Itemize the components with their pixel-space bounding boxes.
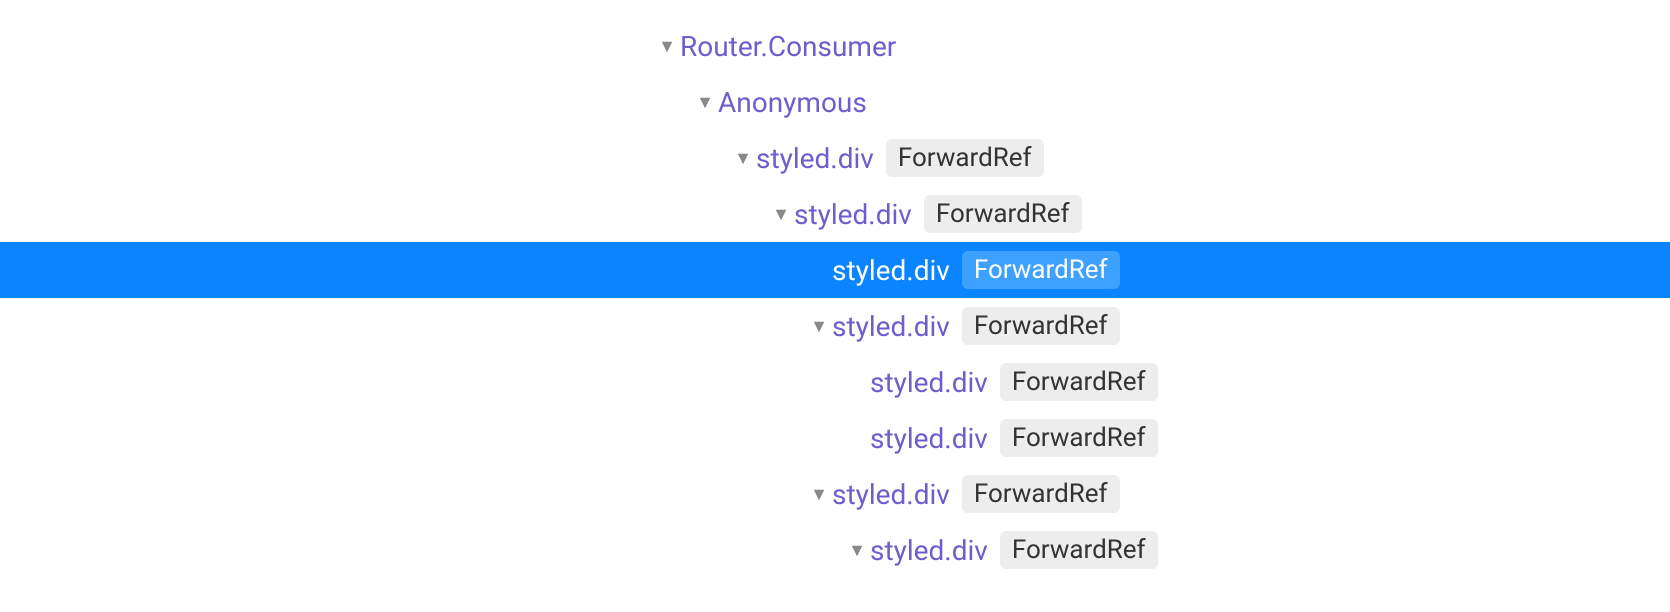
- component-name: Router.Consumer: [680, 30, 906, 63]
- component-name: styled.div: [870, 422, 998, 455]
- forwardref-badge: ForwardRef: [924, 195, 1082, 233]
- tree-row[interactable]: ▼styled.divForwardRef: [0, 186, 1670, 242]
- component-name: Anonymous: [718, 86, 877, 119]
- component-name: styled.div: [832, 478, 960, 511]
- component-name: styled.div: [870, 534, 998, 567]
- component-name: styled.div: [832, 310, 960, 343]
- forwardref-badge: ForwardRef: [886, 139, 1044, 177]
- component-name: styled.div: [832, 254, 960, 287]
- tree-row[interactable]: ▼styled.divForwardRef: [0, 130, 1670, 186]
- tree-row[interactable]: ▼styled.divForwardRef: [0, 466, 1670, 522]
- collapse-arrow-icon[interactable]: ▼: [654, 36, 680, 57]
- component-tree: ▼Router.Consumer▼Anonymous▼styled.divFor…: [0, 0, 1670, 578]
- tree-row[interactable]: ▼styled.divForwardRef: [0, 242, 1670, 298]
- collapse-arrow-icon[interactable]: ▼: [806, 316, 832, 337]
- forwardref-badge: ForwardRef: [962, 307, 1120, 345]
- forwardref-badge: ForwardRef: [1000, 531, 1158, 569]
- collapse-arrow-icon[interactable]: ▼: [730, 148, 756, 169]
- tree-row[interactable]: ▼Anonymous: [0, 74, 1670, 130]
- component-name: styled.div: [870, 366, 998, 399]
- forwardref-badge: ForwardRef: [1000, 363, 1158, 401]
- tree-row[interactable]: ▼styled.divForwardRef: [0, 354, 1670, 410]
- component-name: styled.div: [756, 142, 884, 175]
- collapse-arrow-icon[interactable]: ▼: [768, 204, 794, 225]
- tree-row[interactable]: ▼Router.Consumer: [0, 18, 1670, 74]
- tree-row[interactable]: ▼styled.divForwardRef: [0, 410, 1670, 466]
- component-name: styled.div: [794, 198, 922, 231]
- forwardref-badge: ForwardRef: [962, 251, 1120, 289]
- collapse-arrow-icon[interactable]: ▼: [806, 484, 832, 505]
- tree-row[interactable]: ▼styled.divForwardRef: [0, 298, 1670, 354]
- tree-row[interactable]: ▼styled.divForwardRef: [0, 522, 1670, 578]
- collapse-arrow-icon[interactable]: ▼: [844, 540, 870, 561]
- forwardref-badge: ForwardRef: [962, 475, 1120, 513]
- collapse-arrow-icon[interactable]: ▼: [692, 92, 718, 113]
- forwardref-badge: ForwardRef: [1000, 419, 1158, 457]
